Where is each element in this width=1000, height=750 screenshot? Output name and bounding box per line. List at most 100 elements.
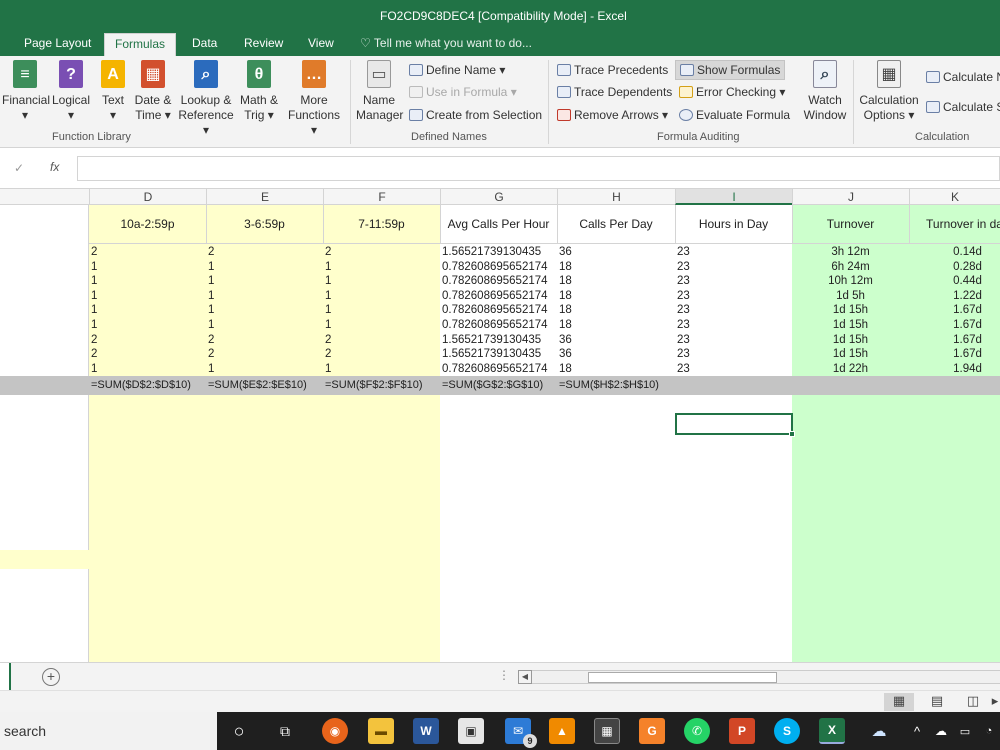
zoom-icon[interactable]: ▸ [990, 693, 1000, 711]
table-cell[interactable]: 23 [677, 274, 690, 289]
table-cell[interactable]: 1.67d [909, 347, 1000, 362]
word-icon[interactable]: W [413, 718, 439, 744]
cancel-check-icon[interactable]: ✓ [14, 161, 24, 175]
table-cell[interactable]: 18 [559, 362, 572, 377]
table-cell[interactable]: 1 [325, 362, 331, 377]
tab-formulas[interactable]: Formulas [104, 33, 177, 56]
page-break-view-icon[interactable]: ◫ [958, 693, 988, 711]
tab-review[interactable]: Review [244, 36, 283, 50]
table-cell[interactable]: 23 [677, 362, 690, 377]
calculate-now-button[interactable]: Calculate N [926, 70, 1000, 84]
whatsapp-icon[interactable]: ✆ [684, 718, 710, 744]
table-cell[interactable]: 1 [325, 260, 331, 275]
column-header[interactable]: K [909, 189, 1000, 205]
table-cell[interactable]: 1.56521739130435 [442, 347, 541, 362]
powerpoint-icon[interactable]: P [729, 718, 755, 744]
header-cell[interactable]: Turnover [792, 217, 909, 231]
calculation-options-button[interactable]: ▦ Calculation Options ▾ [858, 60, 920, 123]
create-from-selection-button[interactable]: Create from Selection [409, 108, 542, 122]
table-cell[interactable]: 36 [559, 347, 572, 362]
table-cell[interactable]: 18 [559, 274, 572, 289]
table-cell[interactable]: 1.56521739130435 [442, 333, 541, 348]
store-icon[interactable]: ▣ [458, 718, 484, 744]
firefox-icon[interactable]: ◉ [322, 718, 348, 744]
scroll-left-icon[interactable]: ◀ [518, 670, 532, 684]
error-checking-button[interactable]: Error Checking ▾ [679, 85, 785, 99]
table-cell[interactable]: 2 [91, 245, 97, 260]
file-explorer-icon[interactable]: ▬ [368, 718, 394, 744]
task-view-icon[interactable]: ⧉ [272, 718, 298, 744]
header-cell[interactable]: Calls Per Day [557, 217, 675, 231]
function-library-button[interactable]: ▦ Date & Time ▾ [133, 60, 173, 123]
table-cell[interactable]: 1.56521739130435 [442, 245, 541, 260]
cortana-icon[interactable]: ○ [226, 718, 252, 744]
table-cell[interactable]: 2 [325, 333, 331, 348]
table-cell[interactable]: 1 [325, 274, 331, 289]
table-cell[interactable]: 1d 15h [792, 333, 909, 348]
weather-icon[interactable]: ☁ [866, 718, 892, 744]
header-cell[interactable]: Hours in Day [675, 217, 792, 231]
tab-view[interactable]: View [308, 36, 334, 50]
total-formula-cell[interactable]: =SUM($D$2:$D$10) [91, 379, 191, 391]
table-cell[interactable]: 0.782608695652174 [442, 318, 548, 333]
table-cell[interactable]: 23 [677, 260, 690, 275]
horizontal-scrollbar[interactable] [532, 670, 1000, 684]
function-library-button[interactable]: ≡ Financial ▾ [2, 60, 50, 123]
mail-icon[interactable]: ✉ 9 [505, 718, 537, 748]
table-cell[interactable]: 1d 22h [792, 362, 909, 377]
wifi-icon[interactable]: ◔ [976, 718, 1000, 744]
table-cell[interactable]: 0.28d [909, 260, 1000, 275]
splitter-handle[interactable]: ⋮ [498, 668, 510, 682]
table-cell[interactable]: 23 [677, 333, 690, 348]
use-in-formula-button[interactable]: Use in Formula ▾ [409, 85, 517, 99]
watch-window-button[interactable]: ⌕ Watch Window [803, 60, 847, 123]
header-cell[interactable]: 3-6:59p [206, 217, 323, 231]
table-cell[interactable]: 1 [91, 303, 97, 318]
table-cell[interactable]: 18 [559, 260, 572, 275]
app-g-icon[interactable]: G [639, 718, 665, 744]
tab-page-layout[interactable]: Page Layout [24, 36, 91, 50]
trace-dependents-button[interactable]: Trace Dependents [557, 85, 672, 99]
table-cell[interactable]: 1 [91, 362, 97, 377]
function-library-button[interactable]: A Text ▾ [98, 60, 128, 123]
table-cell[interactable]: 23 [677, 303, 690, 318]
worksheet-grid[interactable]: 10a-2:59p 3-6:59p 7-11:59p Avg Calls Per Ho… [0, 205, 1000, 662]
remove-arrows-button[interactable]: Remove Arrows ▾ [557, 108, 668, 122]
total-formula-cell[interactable]: =SUM($G$2:$G$10) [442, 379, 543, 391]
table-cell[interactable]: 1.22d [909, 289, 1000, 304]
column-header[interactable]: I [675, 189, 792, 205]
column-header[interactable]: G [440, 189, 557, 205]
header-cell[interactable]: Avg Calls Per Hour [440, 217, 557, 231]
vlc-icon[interactable]: ▲ [549, 718, 575, 744]
header-cell[interactable]: 10a-2:59p [89, 217, 206, 231]
table-cell[interactable]: 1 [325, 318, 331, 333]
fill-handle[interactable] [789, 431, 795, 437]
total-formula-cell[interactable]: =SUM($H$2:$H$10) [559, 379, 659, 391]
header-cell[interactable]: Turnover in day [909, 217, 1000, 231]
table-cell[interactable]: 1.67d [909, 318, 1000, 333]
table-cell[interactable]: 2 [91, 347, 97, 362]
table-cell[interactable]: 18 [559, 318, 572, 333]
insert-function-icon[interactable]: fx [50, 160, 59, 174]
table-cell[interactable]: 0.782608695652174 [442, 303, 548, 318]
table-cell[interactable]: 1d 15h [792, 347, 909, 362]
add-sheet-icon[interactable]: + [42, 668, 60, 686]
table-cell[interactable]: 18 [559, 289, 572, 304]
table-cell[interactable]: 1 [208, 274, 214, 289]
table-cell[interactable]: 18 [559, 303, 572, 318]
scrollbar-thumb[interactable] [588, 672, 777, 683]
tab-data[interactable]: Data [192, 36, 217, 50]
table-cell[interactable]: 2 [325, 245, 331, 260]
formula-input[interactable] [77, 156, 1000, 181]
selected-cell[interactable] [675, 413, 795, 437]
sheet-tab[interactable] [0, 663, 11, 690]
show-formulas-button[interactable]: Show Formulas [675, 60, 786, 80]
table-cell[interactable]: 1 [325, 289, 331, 304]
table-cell[interactable]: 6h 24m [792, 260, 909, 275]
table-cell[interactable]: 2 [208, 347, 214, 362]
trace-precedents-button[interactable]: Trace Precedents [557, 63, 668, 77]
table-cell[interactable]: 0.782608695652174 [442, 274, 548, 289]
taskbar-search[interactable]: search [0, 712, 217, 750]
table-cell[interactable]: 23 [677, 245, 690, 260]
total-formula-cell[interactable]: =SUM($F$2:$F$10) [325, 379, 423, 391]
